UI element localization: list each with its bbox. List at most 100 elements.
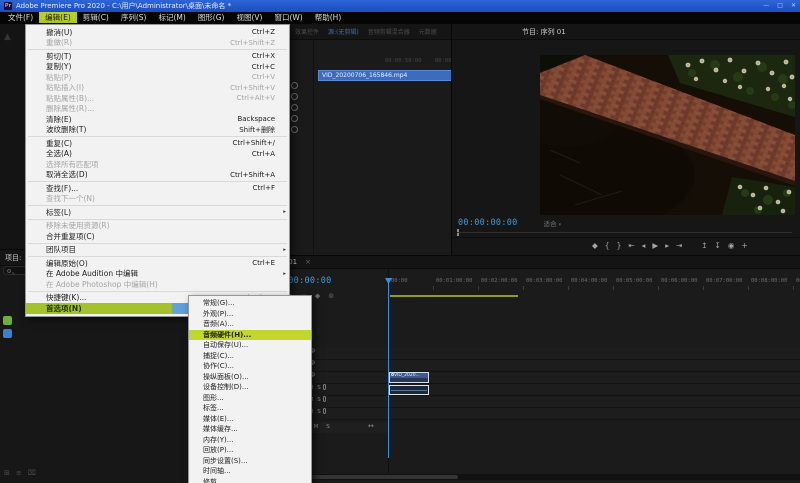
- extract-button[interactable]: ↧: [715, 241, 721, 251]
- submenu-item-audio[interactable]: 音频(A)...: [189, 319, 311, 330]
- export-frame-button[interactable]: ◉: [728, 241, 735, 251]
- add-marker-button[interactable]: ◆: [592, 241, 598, 251]
- fx-toggle-icon[interactable]: [291, 115, 298, 122]
- menu-item-deselect-all[interactable]: 取消全选(D) Ctrl+Shift+A: [26, 170, 289, 181]
- timeline-audio-clip[interactable]: [389, 385, 429, 395]
- menu-item-paste[interactable]: 粘贴(P) Ctrl+V: [26, 72, 289, 83]
- submenu-item-timeline[interactable]: 时间轴...: [189, 466, 311, 477]
- step-forward-button[interactable]: ▸: [665, 241, 669, 251]
- menu-item-find-next[interactable]: 查找下一个(N): [26, 194, 289, 205]
- menu-item-paste-attributes[interactable]: 粘贴属性(B)... Ctrl+Alt+V: [26, 93, 289, 104]
- menu-item-team-projects[interactable]: 团队项目 ▸: [26, 245, 289, 256]
- menu-help[interactable]: 帮助(H): [309, 12, 348, 24]
- menu-item-edit-original[interactable]: 编辑原始(O) Ctrl+E: [26, 258, 289, 269]
- work-area-bar[interactable]: [390, 295, 518, 297]
- mark-out-button[interactable]: }: [617, 241, 622, 251]
- menu-item-edit-in-photoshop[interactable]: 在 Adobe Photoshop 中编辑(H): [26, 279, 289, 290]
- menu-item-remove-attributes[interactable]: 删除属性(R)...: [26, 104, 289, 115]
- menu-window[interactable]: 窗口(W): [268, 12, 308, 24]
- fx-toggle-icon[interactable]: [291, 93, 298, 100]
- submenu-item-capture[interactable]: 捕捉(C)...: [189, 351, 311, 362]
- lift-button[interactable]: ↥: [701, 241, 707, 251]
- submenu-item-control-surface[interactable]: 操纵面板(O)...: [189, 372, 311, 383]
- menu-edit[interactable]: 编辑(E): [39, 12, 77, 24]
- submenu-item-media-cache[interactable]: 媒体缓存...: [189, 424, 311, 435]
- menu-view[interactable]: 视图(V): [230, 12, 268, 24]
- menu-item-undo[interactable]: 撤消(U) Ctrl+Z: [26, 27, 289, 38]
- menu-item-copy[interactable]: 复制(Y) Ctrl+C: [26, 62, 289, 73]
- submenu-item-auto-save[interactable]: 自动保存(U)...: [189, 340, 311, 351]
- submenu-item-sync-settings[interactable]: 同步设置(S)...: [189, 456, 311, 467]
- track-lane[interactable]: [326, 396, 800, 408]
- submenu-item-playback[interactable]: 回放(P)...: [189, 445, 311, 456]
- step-back-button[interactable]: ◂: [642, 241, 646, 251]
- fx-toggle-icon[interactable]: [291, 82, 298, 89]
- mute-button[interactable]: M: [312, 423, 320, 432]
- submenu-item-audio-hardware[interactable]: 音频硬件(H)...: [189, 330, 311, 341]
- timeline-video-clip[interactable]: VID_2020...: [389, 372, 429, 383]
- program-timecode[interactable]: 00:00:00:00: [458, 218, 518, 228]
- timeline-display-settings-icon[interactable]: ⊚: [328, 292, 334, 300]
- menu-sequence[interactable]: 序列(S): [115, 12, 153, 24]
- project-view-icon[interactable]: ⊞: [4, 469, 10, 477]
- submenu-item-memory[interactable]: 内存(Y)...: [189, 435, 311, 446]
- close-button[interactable]: ✕: [791, 0, 796, 12]
- timeline-scrollbar[interactable]: [266, 474, 800, 480]
- menu-item-label[interactable]: 标签(L) ▸: [26, 207, 289, 218]
- selected-clip-row[interactable]: VID_20200706_165846.mp4: [318, 70, 465, 81]
- tab-project[interactable]: 项目:: [0, 253, 27, 263]
- menu-item-paste-insert[interactable]: 粘贴插入(I) Ctrl+Shift+V: [26, 83, 289, 94]
- mark-in-button[interactable]: {: [605, 241, 610, 251]
- track-height-toggle-icon[interactable]: ↔: [368, 422, 374, 430]
- menu-item-select-all-matches[interactable]: 选择所有匹配项: [26, 159, 289, 170]
- go-to-out-button[interactable]: ⇥: [676, 241, 682, 251]
- submenu-item-appearance[interactable]: 外观(P)...: [189, 309, 311, 320]
- submenu-item-media[interactable]: 媒体(E)...: [189, 414, 311, 425]
- menu-clip[interactable]: 剪辑(C): [77, 12, 115, 24]
- tab-program-monitor[interactable]: 节目: 序列 01: [516, 27, 572, 37]
- menu-item-edit-in-audition[interactable]: 在 Adobe Audition 中编辑 ▸: [26, 269, 289, 280]
- solo-button[interactable]: S: [315, 408, 323, 420]
- track-lane[interactable]: [326, 408, 800, 420]
- program-video-frame[interactable]: [540, 55, 795, 215]
- play-button[interactable]: ▶: [652, 241, 658, 251]
- tab-source-monitor[interactable]: 源:(无剪辑): [328, 27, 359, 36]
- playhead-line[interactable]: [388, 278, 389, 458]
- menu-graphics[interactable]: 图形(G): [192, 12, 231, 24]
- timeline-ruler[interactable]: 00:0000:01:00:0000:02:00:0000:03:00:0000…: [388, 278, 800, 286]
- menu-item-redo[interactable]: 重做(R) Ctrl+Shift+Z: [26, 38, 289, 49]
- project-list-view-icon[interactable]: ≡: [16, 469, 22, 477]
- title-bar[interactable]: Pr Adobe Premiere Pro 2020 - C:\用户\Admin…: [0, 0, 800, 12]
- menu-item-remove-unused[interactable]: 移除未使用资源(R): [26, 221, 289, 232]
- minimize-button[interactable]: —: [763, 0, 769, 12]
- fx-toggle-icon[interactable]: [291, 126, 298, 133]
- submenu-item-trim[interactable]: 修剪...: [189, 477, 311, 483]
- go-to-in-button[interactable]: ⇤: [628, 241, 634, 251]
- tab-effect-controls[interactable]: 效果控件: [295, 27, 319, 36]
- menu-item-cut[interactable]: 剪切(T) Ctrl+X: [26, 51, 289, 62]
- solo-button[interactable]: S: [315, 384, 323, 396]
- zoom-fit-dropdown[interactable]: 适合 ▾: [544, 218, 562, 228]
- button-editor[interactable]: +: [741, 241, 747, 251]
- submenu-item-graphics[interactable]: 图形...: [189, 393, 311, 404]
- close-icon[interactable]: ×: [305, 258, 311, 266]
- program-scrub-bar[interactable]: [457, 232, 792, 233]
- menu-markers[interactable]: 标记(M): [152, 12, 191, 24]
- add-marker-icon[interactable]: ◆: [315, 292, 320, 300]
- solo-button[interactable]: S: [324, 423, 332, 432]
- menu-item-consolidate-duplicates[interactable]: 合并重复项(C): [26, 231, 289, 242]
- maximize-button[interactable]: □: [777, 0, 783, 12]
- tab-audio-clip-mixer[interactable]: 音频剪辑混合器: [368, 27, 410, 36]
- menu-item-find[interactable]: 查找(F)... Ctrl+F: [26, 183, 289, 194]
- submenu-item-general[interactable]: 常规(G)...: [189, 298, 311, 309]
- menu-item-select-all[interactable]: 全选(A) Ctrl+A: [26, 149, 289, 160]
- submenu-item-device-control[interactable]: 设备控制(D)...: [189, 382, 311, 393]
- menu-item-clear[interactable]: 清除(E) Backspace: [26, 114, 289, 125]
- project-delete-icon[interactable]: ⌧: [28, 469, 36, 477]
- tab-metadata[interactable]: 元数据: [419, 27, 437, 36]
- submenu-item-labels[interactable]: 标签...: [189, 403, 311, 414]
- menu-item-duplicate[interactable]: 重复(C) Ctrl+Shift+/: [26, 138, 289, 149]
- menu-item-ripple-delete[interactable]: 波纹删除(T) Shift+删除: [26, 125, 289, 136]
- submenu-item-collaboration[interactable]: 协作(C)...: [189, 361, 311, 372]
- solo-button[interactable]: S: [315, 396, 323, 408]
